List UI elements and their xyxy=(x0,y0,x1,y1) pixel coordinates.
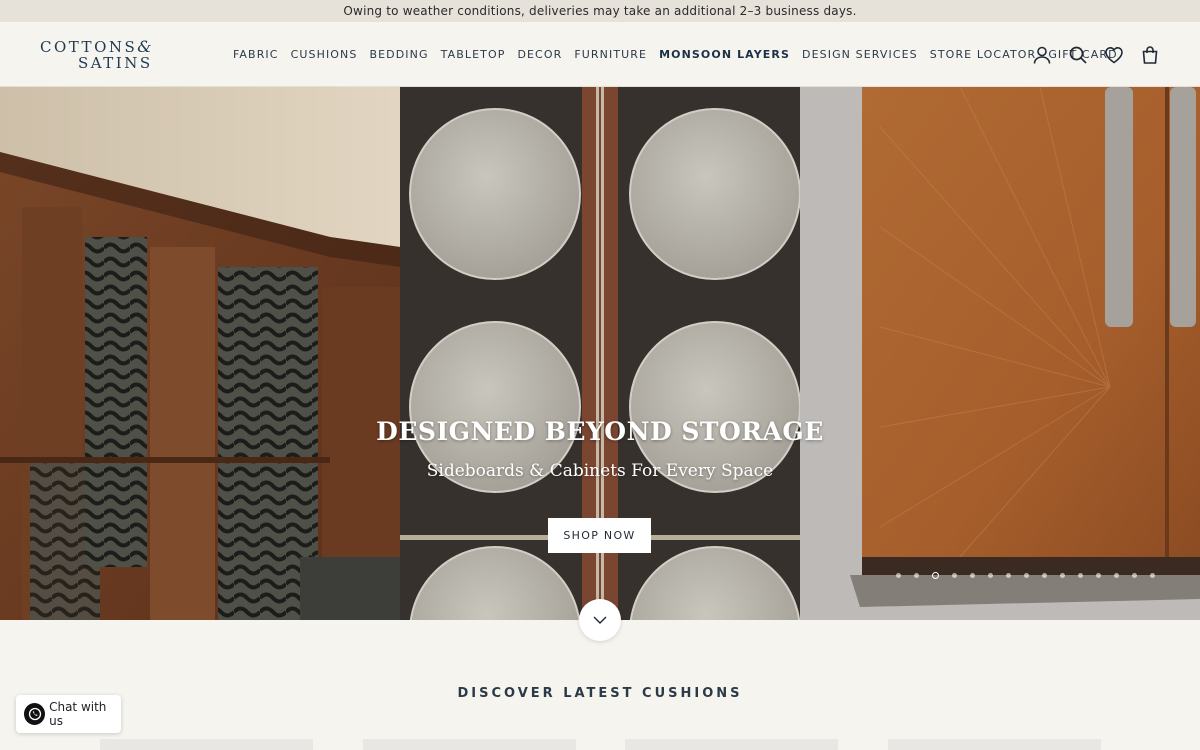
product-card[interactable] xyxy=(100,739,313,750)
slide-dot[interactable] xyxy=(1132,573,1137,578)
hero-text: DESIGNED BEYOND STORAGE Sideboards & Cab… xyxy=(0,417,1200,481)
wishlist-heart-icon[interactable] xyxy=(1104,45,1124,65)
nav-fabric[interactable]: FABRIC xyxy=(233,48,279,61)
nav-store-locator[interactable]: STORE LOCATOR xyxy=(930,48,1037,61)
slide-dot[interactable] xyxy=(896,573,901,578)
nav-decor[interactable]: DECOR xyxy=(517,48,562,61)
slide-dot[interactable] xyxy=(1150,573,1155,578)
chat-widget-button[interactable]: Chat with us xyxy=(16,695,121,733)
slide-dot[interactable] xyxy=(1024,573,1029,578)
nav-design-services[interactable]: DESIGN SERVICES xyxy=(802,48,918,61)
slide-dot[interactable] xyxy=(988,573,993,578)
hero-slideshow: DESIGNED BEYOND STORAGE Sideboards & Cab… xyxy=(0,87,1200,620)
hero-image-veneer-cabinet xyxy=(800,87,1200,620)
announcement-bar: Owing to weather conditions, deliveries … xyxy=(0,0,1200,22)
nav-tabletop[interactable]: TABLETOP xyxy=(441,48,506,61)
chevron-down-icon xyxy=(593,611,607,629)
announcement-text: Owing to weather conditions, deliveries … xyxy=(343,4,857,18)
nav-monsoon-layers[interactable]: MONSOON LAYERS xyxy=(659,48,790,61)
scroll-down-button[interactable] xyxy=(579,599,621,641)
slide-dot[interactable] xyxy=(932,572,939,579)
section-title: DISCOVER LATEST CUSHIONS xyxy=(457,686,743,701)
slide-dot[interactable] xyxy=(1042,573,1047,578)
slide-dot[interactable] xyxy=(952,573,957,578)
slide-dot[interactable] xyxy=(1114,573,1119,578)
hero-title: DESIGNED BEYOND STORAGE xyxy=(376,417,824,446)
site-header: COTTONS& SATINS FABRIC CUSHIONS BEDDING … xyxy=(0,22,1200,87)
product-card[interactable] xyxy=(363,739,576,750)
nav-bedding[interactable]: BEDDING xyxy=(369,48,428,61)
product-card[interactable] xyxy=(888,739,1101,750)
account-icon[interactable] xyxy=(1032,45,1052,65)
site-logo[interactable]: COTTONS& SATINS xyxy=(40,39,153,72)
header-icons xyxy=(1032,22,1160,87)
slide-dot[interactable] xyxy=(1096,573,1101,578)
slide-dot[interactable] xyxy=(1078,573,1083,578)
shop-now-button[interactable]: SHOP NOW xyxy=(548,518,651,553)
whatsapp-icon xyxy=(24,703,46,725)
slide-dot[interactable] xyxy=(914,573,919,578)
product-card[interactable] xyxy=(625,739,838,750)
hero-subtitle: Sideboards & Cabinets For Every Space xyxy=(426,461,774,481)
chat-label: Chat with us xyxy=(49,700,107,728)
slide-pagination xyxy=(896,572,1155,579)
cart-bag-icon[interactable] xyxy=(1140,45,1160,65)
nav-cushions[interactable]: CUSHIONS xyxy=(291,48,358,61)
slide-dot[interactable] xyxy=(1006,573,1011,578)
hero-image-carved-cabinet xyxy=(0,87,400,620)
nav-furniture[interactable]: FURNITURE xyxy=(574,48,647,61)
logo-line-2: SATINS xyxy=(78,54,153,72)
main-nav: FABRIC CUSHIONS BEDDING TABLETOP DECOR F… xyxy=(233,22,1118,87)
search-icon[interactable] xyxy=(1068,45,1088,65)
slide-dot[interactable] xyxy=(1060,573,1065,578)
slide-dot[interactable] xyxy=(970,573,975,578)
